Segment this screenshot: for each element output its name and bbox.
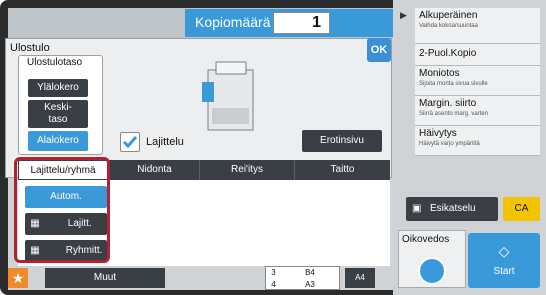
original-title: Alkuperäinen bbox=[419, 10, 478, 21]
preview-icon: ▣ bbox=[412, 203, 422, 214]
copies-label: Kopiomäärä bbox=[195, 14, 271, 30]
original-subtitle: Vaihda kokoa/suuntaa bbox=[419, 23, 478, 29]
start-button[interactable]: ◇ Start bbox=[468, 233, 540, 288]
n-up-subtitle: Sijoita monta sivua sivulle bbox=[419, 81, 488, 87]
duplex-title: 2-Puol.Kopio bbox=[419, 48, 477, 59]
margin-subtitle: Siirrä asento marg. varten bbox=[419, 111, 489, 117]
n-up-button[interactable]: Moniotos Sijoita monta sivua sivulle bbox=[415, 66, 540, 96]
erase-title: Häivytys bbox=[419, 128, 457, 139]
preview-button[interactable]: ▣ Esikatselu bbox=[406, 197, 498, 221]
others-button[interactable]: Muut bbox=[45, 268, 165, 288]
tray-upper-button[interactable]: Ylälokero bbox=[28, 79, 88, 97]
dialog-title: Ulostulo bbox=[10, 42, 50, 54]
proof-start-button[interactable] bbox=[418, 257, 446, 285]
n-up-title: Moniotos bbox=[419, 68, 460, 79]
collapse-icon[interactable]: ▶ bbox=[400, 10, 407, 21]
ok-button[interactable]: OK bbox=[367, 38, 391, 62]
proof-copy-label: Oikovedos bbox=[402, 234, 450, 245]
tray-lower-button[interactable]: Alalokero bbox=[28, 131, 88, 151]
erase-button[interactable]: Häivytys Häivytä varjo ympäriltä bbox=[415, 126, 540, 156]
tray-middle-button[interactable]: Keski- taso bbox=[28, 100, 88, 128]
paper-tray-table: 3 B4 4 A3 bbox=[265, 266, 340, 290]
tray-size: B4 bbox=[305, 268, 315, 277]
margin-title: Margin. siirto bbox=[419, 98, 477, 109]
start-icon: ◇ bbox=[498, 243, 510, 259]
star-icon[interactable]: ★ bbox=[8, 268, 28, 288]
check-icon bbox=[122, 136, 138, 149]
tray-size: A3 bbox=[305, 280, 315, 289]
highlight-frame bbox=[14, 157, 110, 263]
copies-field[interactable]: 1 bbox=[273, 12, 330, 34]
tab-fold[interactable]: Taitto bbox=[295, 160, 390, 180]
tab-stapling[interactable]: Nidonta bbox=[110, 160, 200, 180]
lajittelu-label: Lajittelu bbox=[146, 136, 184, 148]
separator-button[interactable]: Erotinsivu bbox=[302, 130, 382, 152]
tray-number: 4 bbox=[271, 280, 276, 289]
original-button[interactable]: Alkuperäinen Vaihda kokoa/suuntaa bbox=[415, 8, 540, 44]
margin-shift-button[interactable]: Margin. siirto Siirrä asento marg. varte… bbox=[415, 96, 540, 126]
tab-punch[interactable]: Rei'itys bbox=[200, 160, 295, 180]
paper-size-badge: A4 bbox=[345, 268, 375, 288]
preview-label: Esikatselu bbox=[430, 203, 476, 214]
duplex-copy-button[interactable]: 2-Puol.Kopio bbox=[415, 44, 540, 66]
start-label: Start bbox=[493, 266, 515, 277]
tray-number: 3 bbox=[271, 268, 276, 277]
printer-illustration bbox=[202, 61, 254, 131]
tray-title: Ulostulotaso bbox=[27, 57, 83, 68]
clear-all-button[interactable]: CA bbox=[503, 197, 540, 221]
lajittelu-checkbox[interactable] bbox=[120, 132, 140, 152]
erase-subtitle: Häivytä varjo ympäriltä bbox=[419, 141, 480, 147]
